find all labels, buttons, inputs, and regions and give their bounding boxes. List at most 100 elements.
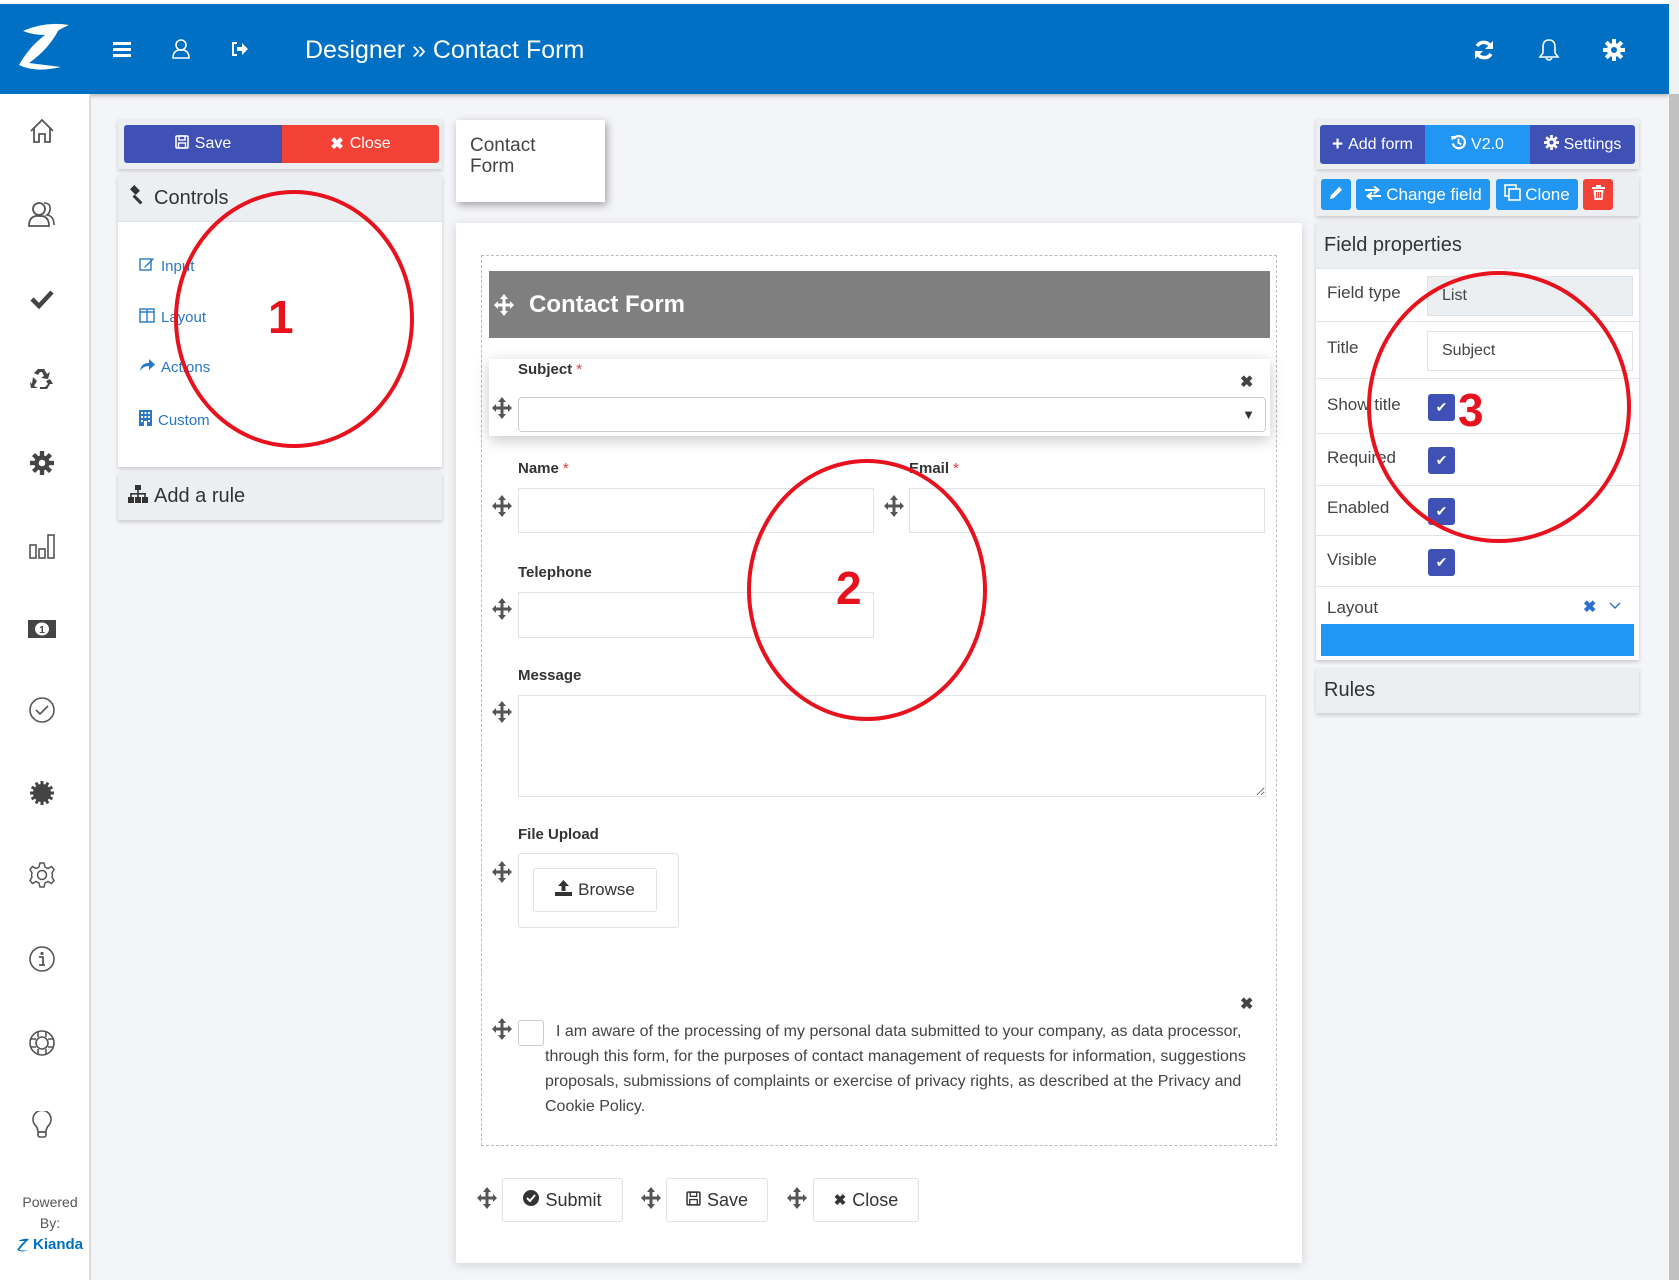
floppy-icon	[686, 1190, 701, 1211]
field-properties-header[interactable]: Field properties	[1316, 222, 1639, 268]
save-button[interactable]: Save	[124, 125, 282, 163]
close-button[interactable]: ✖ Close	[282, 125, 439, 163]
bell-icon[interactable]	[1534, 34, 1564, 66]
clone-button[interactable]: Clone	[1496, 179, 1578, 210]
drag-handle-icon[interactable]	[786, 1186, 808, 1210]
check-circle-icon[interactable]	[21, 692, 63, 728]
field-type-input[interactable]	[1427, 276, 1633, 316]
drag-handle-icon[interactable]	[491, 396, 513, 420]
control-input[interactable]: Input	[139, 257, 194, 276]
svg-text:1: 1	[39, 625, 45, 636]
recycle-icon[interactable]	[21, 361, 63, 397]
exchange-icon	[1364, 185, 1382, 205]
enabled-checkbox[interactable]: ✔	[1428, 498, 1455, 525]
form-save-label: Save	[706, 1189, 749, 1210]
drag-handle-icon[interactable]	[491, 860, 513, 884]
share-icon	[139, 358, 155, 376]
drag-handle-icon[interactable]	[491, 597, 513, 621]
message-textarea[interactable]	[518, 695, 1266, 797]
telephone-input[interactable]	[518, 592, 874, 638]
add-form-button[interactable]: + Add form	[1320, 125, 1425, 164]
property-row-required: Required ✔	[1316, 433, 1639, 485]
submit-button[interactable]: Submit	[502, 1178, 623, 1222]
change-field-button[interactable]: Change field	[1356, 179, 1490, 210]
history-icon	[1451, 134, 1467, 155]
sitemap-icon	[128, 484, 148, 509]
drag-handle-icon[interactable]	[493, 293, 515, 317]
sign-out-icon[interactable]	[226, 34, 254, 64]
visible-label: Visible	[1327, 550, 1377, 569]
control-layout[interactable]: Layout	[139, 308, 206, 327]
close-label: Close	[349, 135, 391, 152]
form-tab-label-1: Contact	[470, 135, 536, 156]
trash-icon	[1591, 184, 1605, 205]
lightbulb-icon[interactable]	[21, 1108, 63, 1144]
users-icon[interactable]	[21, 196, 63, 232]
drag-handle-icon[interactable]	[476, 1186, 498, 1210]
email-label: Email *	[909, 460, 959, 477]
control-layout-label: Layout	[161, 309, 207, 326]
title-input[interactable]	[1427, 331, 1633, 371]
clear-layout-icon[interactable]: ✖	[1583, 597, 1596, 617]
edit-icon	[139, 257, 155, 276]
form-save-button[interactable]: Save	[666, 1178, 768, 1222]
remove-field-icon[interactable]: ✖	[1240, 994, 1253, 1014]
control-actions[interactable]: Actions	[139, 358, 210, 376]
bar-chart-icon[interactable]	[21, 528, 63, 564]
refresh-icon[interactable]	[1469, 34, 1499, 66]
enabled-label: Enabled	[1327, 498, 1390, 517]
show-title-label: Show title	[1327, 395, 1401, 414]
certificate-icon[interactable]	[21, 775, 63, 811]
menu-icon[interactable]	[108, 34, 136, 64]
consent-checkbox[interactable]	[518, 1020, 544, 1046]
gear-icon[interactable]	[1599, 34, 1629, 66]
drag-handle-icon[interactable]	[491, 494, 513, 518]
check-icon[interactable]	[21, 281, 63, 317]
name-input[interactable]	[518, 488, 874, 533]
change-field-label: Change field	[1386, 184, 1482, 204]
remove-field-icon[interactable]: ✖	[1240, 372, 1253, 392]
home-icon[interactable]	[21, 113, 63, 149]
drag-handle-icon[interactable]	[883, 494, 905, 518]
drag-handle-icon[interactable]	[491, 1017, 513, 1041]
browse-button[interactable]: Browse	[533, 868, 657, 912]
top-navigation-bar: Designer » Contact Form	[0, 4, 1669, 94]
required-checkbox[interactable]: ✔	[1428, 447, 1455, 474]
cog-icon[interactable]	[21, 445, 63, 481]
settings-button[interactable]: Settings	[1530, 125, 1635, 164]
show-title-checkbox[interactable]: ✔	[1428, 394, 1455, 421]
form-tab-contact-form[interactable]: Contact Form	[456, 120, 605, 202]
version-button[interactable]: V2.0	[1425, 125, 1530, 164]
chevron-down-icon[interactable]	[1609, 597, 1621, 615]
rules-panel[interactable]: Rules	[1316, 668, 1639, 713]
controls-header[interactable]: Controls	[118, 175, 442, 222]
user-icon[interactable]	[167, 34, 195, 64]
field-properties-title: Field properties	[1324, 233, 1462, 256]
form-tab-label-2: Form	[470, 156, 515, 177]
info-icon[interactable]	[21, 941, 63, 977]
settings-outline-icon[interactable]	[21, 857, 63, 893]
powered-by-label: Powered	[22, 1194, 78, 1210]
property-row-title: Title	[1316, 321, 1639, 378]
building-icon	[139, 410, 152, 430]
control-custom[interactable]: Custom	[139, 410, 210, 430]
consent-text: I am aware of the processing of my perso…	[545, 1023, 1246, 1115]
telephone-label: Telephone	[518, 564, 592, 581]
columns-icon	[139, 308, 155, 327]
delete-field-button[interactable]	[1583, 179, 1613, 210]
money-icon[interactable]: 1	[21, 611, 63, 647]
subject-select[interactable]: ▼	[518, 397, 1266, 432]
life-ring-icon[interactable]	[21, 1025, 63, 1061]
kianda-brand[interactable]: Kianda	[33, 1236, 83, 1253]
scrollbar[interactable]	[1669, 0, 1679, 1280]
app-logo-icon[interactable]	[14, 18, 74, 74]
property-row-field-type: Field type	[1316, 268, 1639, 321]
drag-handle-icon[interactable]	[640, 1186, 662, 1210]
form-close-button[interactable]: ✖ Close	[813, 1178, 919, 1222]
add-rule-panel[interactable]: Add a rule	[118, 473, 442, 520]
layout-select-bar[interactable]	[1321, 624, 1634, 656]
edit-field-button[interactable]	[1321, 179, 1351, 210]
visible-checkbox[interactable]: ✔	[1428, 549, 1455, 576]
drag-handle-icon[interactable]	[491, 700, 513, 724]
email-input[interactable]	[909, 488, 1265, 533]
